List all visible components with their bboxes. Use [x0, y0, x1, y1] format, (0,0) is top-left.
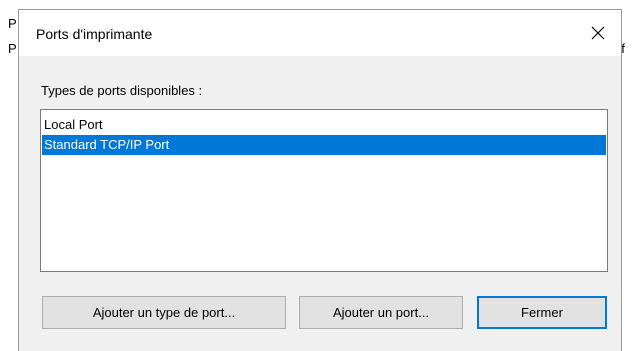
- list-item-local-port[interactable]: Local Port: [42, 115, 606, 135]
- port-types-listbox[interactable]: Local Port Standard TCP/IP Port: [40, 109, 608, 272]
- close-icon: [591, 26, 605, 40]
- list-item-standard-tcp-ip-port[interactable]: Standard TCP/IP Port: [42, 135, 606, 155]
- dialog-title: Ports d'imprimante: [36, 26, 153, 42]
- background-text: P: [8, 16, 17, 31]
- close-dialog-button[interactable]: Fermer: [477, 296, 607, 329]
- port-types-label: Types de ports disponibles :: [41, 83, 203, 98]
- add-port-button[interactable]: Ajouter un port...: [299, 296, 463, 329]
- title-bar: Ports d'imprimante: [19, 10, 621, 56]
- printer-ports-dialog: Ports d'imprimante Types de ports dispon…: [18, 9, 622, 351]
- background-text: P: [8, 41, 17, 56]
- add-port-type-button[interactable]: Ajouter un type de port...: [42, 296, 286, 329]
- close-button[interactable]: [575, 10, 621, 56]
